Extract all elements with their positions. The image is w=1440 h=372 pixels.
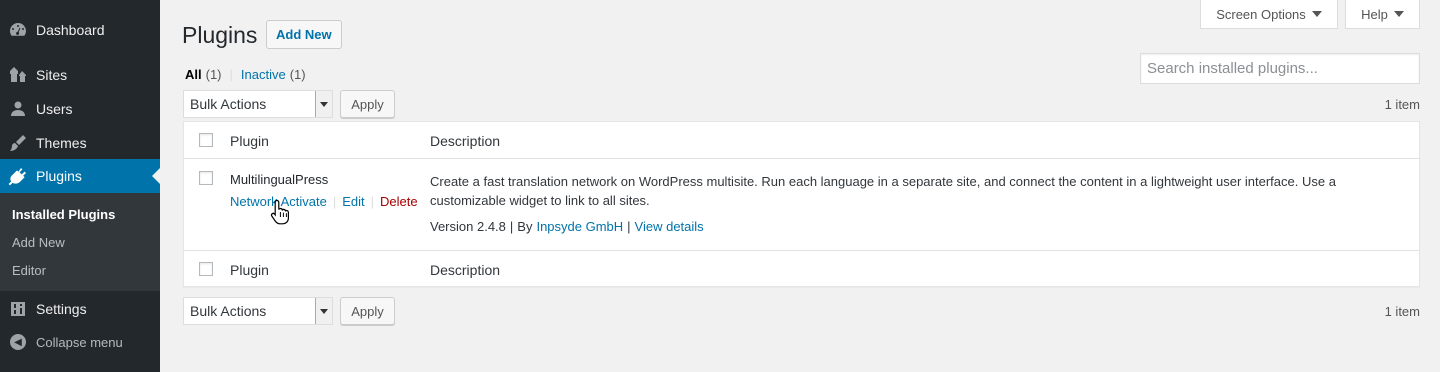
column-footer-description: Description bbox=[430, 262, 501, 278]
plugin-description: Create a fast translation network on Wor… bbox=[430, 174, 1336, 208]
column-header-description: Description bbox=[430, 133, 501, 149]
settings-icon bbox=[0, 299, 36, 319]
sidebar-item-users[interactable]: Users bbox=[0, 92, 160, 126]
column-footer-plugin[interactable]: Plugin bbox=[230, 262, 269, 278]
column-header-plugin[interactable]: Plugin bbox=[230, 133, 269, 149]
dashboard-icon bbox=[0, 20, 36, 40]
action-separator: | bbox=[370, 194, 375, 209]
status-filters: All (1) | Inactive (1) bbox=[185, 67, 306, 82]
plugin-author-link[interactable]: Inpsyde GmbH bbox=[536, 219, 623, 234]
sidebar-item-label: Users bbox=[36, 101, 73, 117]
sidebar-item-plugins[interactable]: Plugins bbox=[0, 159, 160, 193]
plugins-submenu: Installed Plugins Add New Editor bbox=[0, 193, 160, 291]
screen-options-label: Screen Options bbox=[1216, 6, 1306, 22]
items-count-top: 1 item bbox=[1384, 97, 1420, 112]
submenu-add-new[interactable]: Add New bbox=[0, 228, 160, 256]
search-plugins-input[interactable] bbox=[1140, 53, 1420, 84]
view-details-link[interactable]: View details bbox=[635, 219, 704, 234]
submenu-editor[interactable]: Editor bbox=[0, 256, 160, 284]
themes-icon bbox=[0, 133, 36, 153]
sites-icon bbox=[0, 65, 36, 85]
version-separator: | bbox=[627, 219, 631, 234]
action-separator: | bbox=[332, 194, 337, 209]
chevron-down-icon bbox=[315, 298, 332, 324]
sidebar-item-themes[interactable]: Themes bbox=[0, 126, 160, 160]
header-divider bbox=[184, 158, 1419, 159]
delete-link[interactable]: Delete bbox=[380, 194, 418, 209]
add-new-button[interactable]: Add New bbox=[266, 20, 342, 49]
bulk-actions-value: Bulk Actions bbox=[190, 303, 267, 319]
version-separator: | bbox=[509, 219, 514, 234]
hand-pointer-cursor-icon bbox=[270, 199, 289, 225]
filter-inactive[interactable]: Inactive bbox=[241, 67, 286, 82]
collapse-menu-label: Collapse menu bbox=[36, 334, 123, 350]
sidebar-item-label: Settings bbox=[36, 301, 87, 317]
plugin-version: Version 2.4.8 bbox=[430, 219, 506, 234]
bulk-actions-select-top[interactable]: Bulk Actions bbox=[183, 90, 333, 118]
bulk-actions-select-bottom[interactable]: Bulk Actions bbox=[183, 297, 333, 325]
edit-link[interactable]: Edit bbox=[342, 194, 364, 209]
select-all-checkbox-bottom[interactable] bbox=[199, 262, 213, 276]
filter-inactive-count: (1) bbox=[289, 67, 306, 82]
filter-all[interactable]: All bbox=[185, 67, 202, 82]
sidebar-item-label: Dashboard bbox=[36, 22, 105, 38]
help-label: Help bbox=[1361, 6, 1388, 22]
sidebar-item-sites[interactable]: Sites bbox=[0, 58, 160, 92]
sidebar-item-label: Plugins bbox=[36, 168, 82, 184]
plugin-by-label: By bbox=[517, 219, 533, 234]
sidebar-item-settings[interactable]: Settings bbox=[0, 292, 160, 326]
caret-down-icon bbox=[1311, 11, 1322, 17]
collapse-arrow-icon: ◀ bbox=[0, 334, 36, 350]
users-icon bbox=[0, 99, 36, 119]
plugins-table: Plugin Description MultilingualPress Net… bbox=[183, 121, 1420, 287]
filter-separator: | bbox=[229, 67, 233, 82]
help-button[interactable]: Help bbox=[1345, 0, 1420, 29]
filter-all-count: (1) bbox=[205, 67, 222, 82]
plugin-name: MultilingualPress bbox=[230, 172, 329, 187]
sidebar-item-dashboard[interactable]: Dashboard bbox=[0, 13, 160, 47]
plugin-version-info: Version 2.4.8 | By Inpsyde GmbH | View d… bbox=[430, 219, 704, 234]
bulk-actions-value: Bulk Actions bbox=[190, 96, 267, 112]
apply-button-top[interactable]: Apply bbox=[340, 90, 395, 118]
plugin-row-actions: Network Activate | Edit | Delete bbox=[230, 194, 418, 209]
sidebar-item-label: Themes bbox=[36, 135, 87, 151]
plugins-icon bbox=[0, 166, 36, 186]
page-title: Plugins bbox=[182, 22, 258, 48]
sidebar-item-label: Sites bbox=[36, 67, 68, 83]
plugin-row-checkbox[interactable] bbox=[199, 171, 213, 185]
admin-sidebar: Dashboard Sites Users Themes Plugins Ins… bbox=[0, 0, 160, 372]
chevron-down-icon bbox=[315, 91, 332, 117]
screen-options-button[interactable]: Screen Options bbox=[1200, 0, 1338, 29]
select-all-checkbox-top[interactable] bbox=[199, 133, 213, 147]
items-count-bottom: 1 item bbox=[1384, 304, 1420, 319]
collapse-menu-button[interactable]: ◀ Collapse menu bbox=[0, 329, 160, 355]
footer-divider bbox=[184, 250, 1419, 251]
caret-down-icon bbox=[1393, 11, 1404, 17]
submenu-installed-plugins[interactable]: Installed Plugins bbox=[0, 200, 160, 228]
apply-button-bottom[interactable]: Apply bbox=[340, 297, 395, 325]
